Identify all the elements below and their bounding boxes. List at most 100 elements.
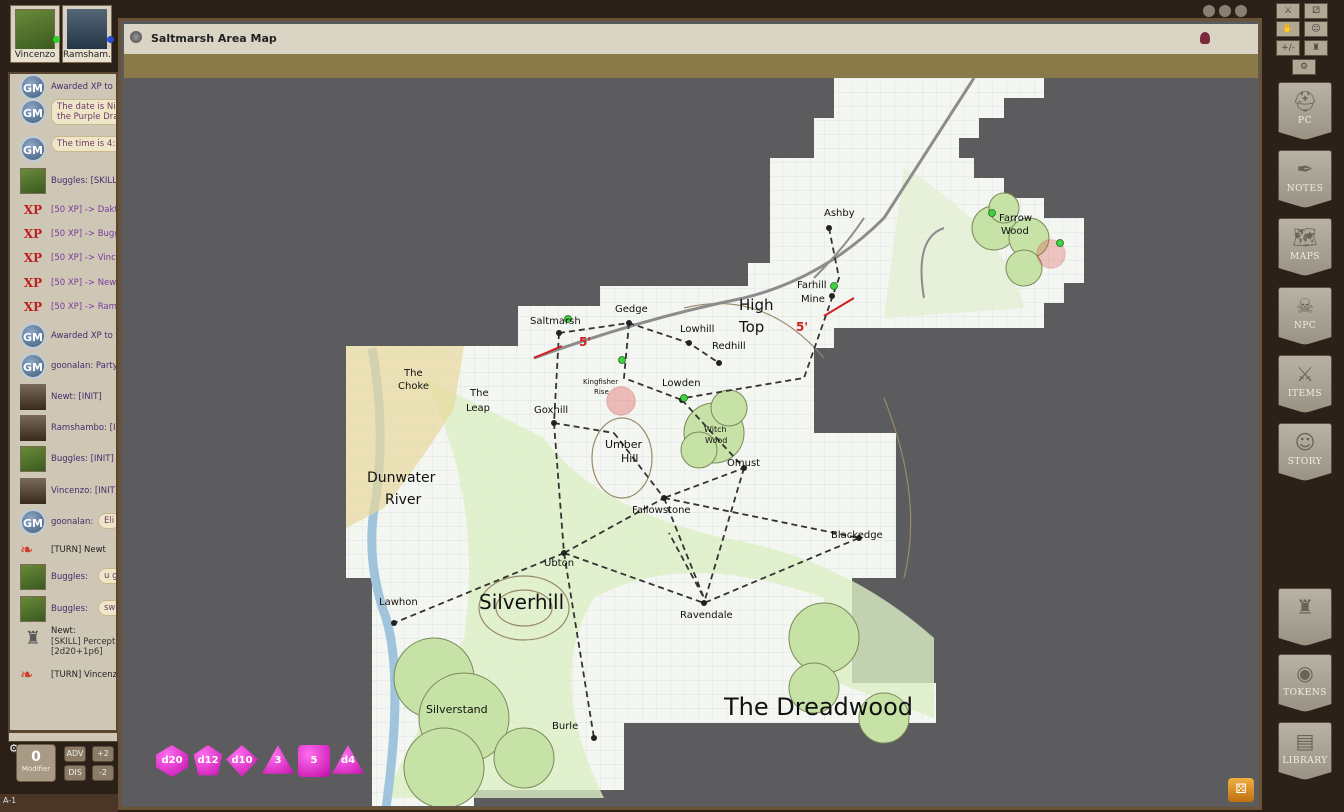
xp-icon: XP (23, 276, 43, 290)
adv-button[interactable]: ADV (64, 746, 86, 762)
map-image[interactable] (124, 78, 1258, 806)
chat-message: ❧ [TURN] Vincenzo (20, 662, 116, 690)
party-portrait-vincenzo[interactable]: Vincenzo (10, 5, 60, 63)
helmet-icon: ⛑ (1292, 89, 1318, 113)
gm-avatar-icon: GM (20, 323, 46, 349)
chat-message: GM The time is 4:2 (20, 136, 116, 164)
chat-text: Ramshambo: [I (51, 423, 116, 433)
lock-icon[interactable] (1200, 32, 1210, 44)
chat-text: Vincenzo: [INIT] (51, 486, 118, 496)
distance-label: 5' (796, 320, 809, 334)
chat-bubble: Eli (98, 513, 116, 529)
top-tool-button[interactable]: ♜ (1304, 40, 1328, 56)
chat-bubble: u go (98, 568, 116, 584)
online-indicator (107, 36, 114, 43)
chat-text: Awarded XP to t (51, 82, 118, 92)
sidebar-notes-button[interactable]: ✒ NOTES (1278, 150, 1332, 208)
map-window[interactable]: Saltmarsh Area Map Ashby Farrow Wood Far… (118, 5, 1262, 810)
party-bar: Vincenzo Ramsham... (0, 0, 118, 66)
character-avatar (20, 446, 46, 472)
sidebar-story-button[interactable]: ☺ STORY (1278, 423, 1332, 481)
map-label: Silverstand (426, 703, 488, 716)
top-tool-button[interactable]: ⚙ (1292, 59, 1316, 75)
close-icon[interactable] (1235, 5, 1247, 17)
masks-icon: ☺ (1294, 430, 1316, 454)
chat-text: Buggles: [INIT] (51, 454, 114, 464)
top-tool-button[interactable]: ⚔ (1276, 3, 1300, 19)
map-label: The (470, 388, 489, 399)
top-tool-button[interactable]: ☺ (1304, 21, 1328, 37)
character-avatar (20, 478, 46, 504)
character-avatar (20, 168, 46, 194)
sidebar-tokens-button[interactable]: ◉ TOKENS (1278, 654, 1332, 712)
sidebar-label: ITEMS (1287, 389, 1322, 399)
map-label: Redhill (712, 341, 746, 352)
minus2-button[interactable]: -2 (92, 765, 114, 781)
map-label: Goxhill (534, 405, 569, 416)
dis-button[interactable]: DIS (64, 765, 86, 781)
map-label: Blackedge (831, 530, 883, 541)
chat-message: Buggles: u go (20, 564, 116, 592)
map-label: Top (739, 318, 765, 336)
map-label: Saltmarsh (530, 316, 581, 327)
chat-message: GM Awarded XP to t (20, 323, 116, 351)
chat-text: [50 XP] -> Vincenzo (51, 253, 116, 263)
map-label: Kingfisher (583, 378, 619, 386)
sidebar-npc-button[interactable]: ☠ NPC (1278, 287, 1332, 345)
map-label: Witch (704, 425, 727, 434)
sidebar-library-button[interactable]: ▤ LIBRARY (1278, 722, 1332, 780)
sidebar-maps-button[interactable]: 🗺 MAPS (1278, 218, 1332, 276)
chat-text: [50 XP] -> Ramshan (51, 302, 117, 312)
ping-marker (606, 386, 636, 416)
chat-panel[interactable]: GM Awarded XP to t GM The date is Ni the Pur… (8, 72, 118, 732)
sidebar-campaign-button[interactable]: ♜ (1278, 588, 1332, 646)
map-canvas[interactable]: Ashby Farrow Wood Farhill Mine High Top Saltmar… (124, 78, 1258, 806)
map-label: Silverhill (479, 590, 565, 614)
chat-bubble: The date is Ni the Purple Dra (51, 99, 116, 125)
portrait-name: Ramsham... (63, 49, 111, 62)
character-avatar (20, 415, 46, 441)
window-controls (1203, 5, 1253, 19)
sidebar-pc-button[interactable]: ⛑ PC (1278, 82, 1332, 140)
turn-icon: ❧ (20, 665, 34, 684)
window-title: Saltmarsh Area Map (151, 32, 277, 45)
chat-text: [50 XP] -> Daktari (51, 205, 118, 215)
help-icon[interactable] (1219, 5, 1231, 17)
chat-input[interactable] (8, 732, 118, 742)
character-avatar (20, 384, 46, 410)
top-tool-button[interactable]: ⚂ (1304, 3, 1328, 19)
xp-icon: XP (23, 227, 43, 241)
party-portrait-ramshambo[interactable]: Ramsham... (62, 5, 112, 63)
plus2-button[interactable]: +2 (92, 746, 114, 762)
map-label: Choke (398, 381, 430, 392)
sidebar-label: MAPS (1290, 252, 1320, 262)
map-label: River (385, 492, 422, 508)
tower-icon: ♜ (24, 628, 42, 649)
map-label: Rise (594, 388, 609, 396)
die-5-button[interactable]: 5 (298, 745, 330, 777)
map-label: Lowden (662, 378, 701, 389)
modifier-box[interactable]: 0 Modifier (16, 744, 56, 782)
chat-message: Vincenzo: [INIT] (20, 478, 118, 506)
map-label: Lawhon (379, 597, 418, 608)
window-menu-icon[interactable] (130, 31, 142, 43)
map-label: Ravendale (680, 610, 733, 621)
top-tool-button[interactable]: +/- (1276, 40, 1300, 56)
map-label: Ubton (544, 558, 575, 569)
gm-avatar-icon: GM (20, 136, 46, 162)
minimize-icon[interactable] (1203, 5, 1215, 17)
books-icon: ▤ (1295, 729, 1315, 753)
chat-message: GM The date is Ni the Purple Dra (20, 99, 116, 127)
modifier-value: 0 (31, 749, 41, 765)
sidebar-label: NOTES (1286, 184, 1324, 194)
chat-message: ❧ [TURN] Newt (20, 537, 116, 565)
sidebar-label: NPC (1293, 321, 1317, 331)
demon-icon: ☠ (1296, 294, 1314, 318)
turn-icon: ❧ (20, 540, 34, 559)
map-share-icon[interactable]: ⚄ (1228, 778, 1254, 802)
window-titlebar[interactable]: Saltmarsh Area Map (124, 24, 1258, 54)
chat-text: goonalan: Party (51, 361, 118, 371)
sidebar-items-button[interactable]: ⚔ ITEMS (1278, 355, 1332, 413)
chat-message: Ramshambo: [I (20, 415, 116, 443)
top-tool-button[interactable]: ✋ (1276, 21, 1300, 37)
